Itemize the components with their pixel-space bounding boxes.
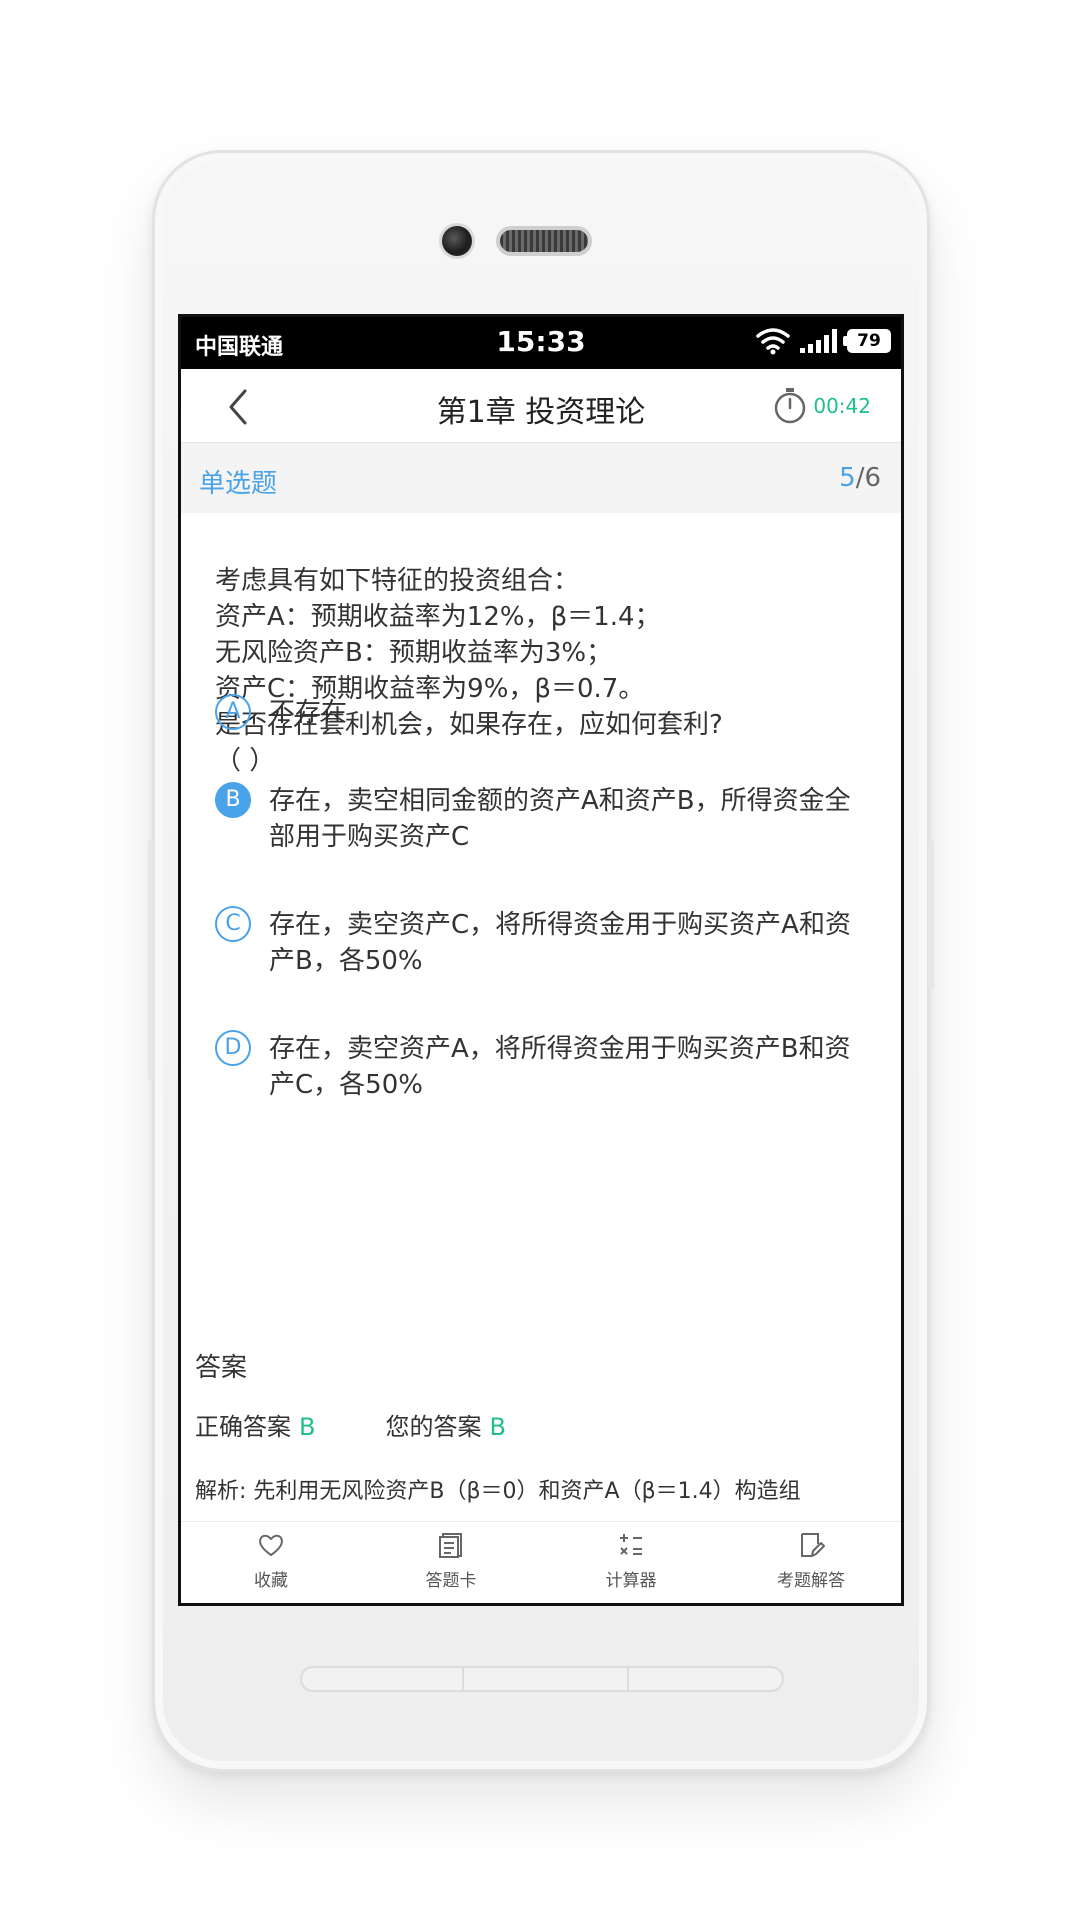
signal-icon — [800, 329, 837, 353]
analysis-text: 解析: 先利用无风险资产B（β＝0）和资产A（β＝1.4）构造组 — [195, 1479, 801, 1504]
timer[interactable]: 00:42 — [773, 387, 871, 425]
option-b-text: 存在，卖空相同金额的资产A和资产B，所得资金全部用于购买资产C — [269, 786, 851, 852]
your-answer-value: B — [489, 1413, 506, 1441]
question-text: 考虑具有如下特征的投资组合： 资产A：预期收益率为12%，β＝1.4； 无风险资… — [215, 566, 723, 776]
tab-answer-card-label: 答题卡 — [425, 1571, 477, 1591]
front-camera — [442, 226, 472, 256]
option-d-marker: D — [215, 1030, 251, 1066]
question-info-bar: 单选题 5/6 — [181, 443, 901, 513]
option-d-text: 存在，卖空资产A，将所得资金用于购买资产B和资产C，各50% — [269, 1034, 851, 1100]
battery-icon: 79 — [843, 329, 891, 353]
correct-answer-value: B — [299, 1413, 316, 1441]
option-b[interactable]: B 存在，卖空相同金额的资产A和资产B，所得资金全部用于购买资产C — [215, 782, 855, 855]
option-a-text: 不存在 — [269, 698, 348, 728]
tab-explanation-label: 考题解答 — [777, 1571, 845, 1591]
wifi-icon — [756, 328, 790, 355]
option-c-text: 存在，卖空资产C，将所得资金用于购买资产A和资产B，各50% — [269, 910, 851, 976]
tab-favorite[interactable]: 收藏 — [181, 1522, 361, 1603]
option-a-marker: A — [215, 694, 251, 730]
tab-explanation[interactable]: 考题解答 — [721, 1522, 901, 1603]
option-a[interactable]: A 不存在 — [215, 694, 855, 731]
nav-bar: 第1章 投资理论 00:42 — [181, 369, 901, 443]
earpiece-speaker — [496, 226, 592, 256]
question-type: 单选题 — [199, 469, 278, 499]
bottom-tabbar: 收藏 答题卡 计算器 考题解答 — [181, 1521, 901, 1603]
tab-favorite-label: 收藏 — [254, 1571, 288, 1591]
edit-note-icon — [801, 1533, 825, 1557]
option-c[interactable]: C 存在，卖空资产C，将所得资金用于购买资产A和资产B，各50% — [215, 906, 855, 979]
tab-answer-card[interactable]: 答题卡 — [361, 1522, 541, 1603]
answer-card-icon — [439, 1533, 462, 1558]
volume-button — [148, 840, 154, 1080]
your-answer-label: 您的答案 — [385, 1413, 482, 1441]
calculator-icon — [620, 1534, 642, 1555]
correct-answer-label: 正确答案 — [195, 1413, 291, 1441]
option-d[interactable]: D 存在，卖空资产A，将所得资金用于购买资产B和资产C，各50% — [215, 1030, 855, 1103]
answer-row: 正确答案 B 您的答案 B — [195, 1407, 506, 1442]
answer-heading: 答案 — [195, 1353, 248, 1383]
status-bar: 中国联通 15:33 79 — [181, 317, 901, 369]
home-bar[interactable] — [300, 1666, 784, 1692]
app-screen: 中国联通 15:33 79 第1章 投资理论 00:42 单选题 5/6 考虑具… — [178, 314, 904, 1606]
timer-value: 00:42 — [813, 394, 871, 418]
option-b-marker: B — [215, 782, 251, 818]
tab-calculator-label: 计算器 — [605, 1571, 657, 1591]
tab-calculator[interactable]: 计算器 — [541, 1522, 721, 1603]
option-c-marker: C — [215, 906, 251, 942]
question-progress: 5/6 — [839, 463, 881, 493]
heart-icon — [259, 1534, 283, 1556]
power-button — [928, 840, 934, 990]
stopwatch-icon — [775, 388, 806, 424]
